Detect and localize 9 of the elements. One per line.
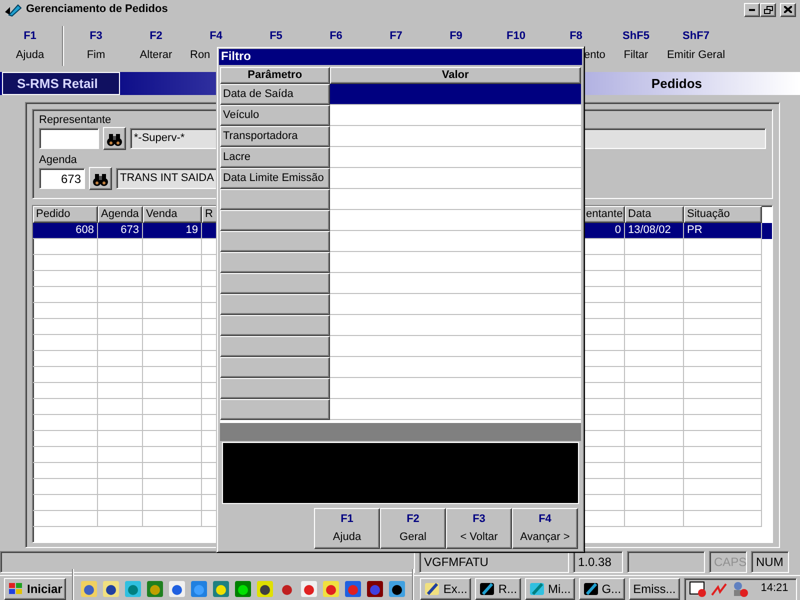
status-panel: 1.0.38 (573, 551, 623, 573)
product-label: S-RMS Retail (2, 72, 120, 95)
status-panel: NUM (751, 551, 789, 573)
field-label: Representante (39, 114, 112, 128)
clock: 14:21 (760, 582, 788, 596)
dialog-title: Filtro (219, 49, 582, 65)
window-title: Gerenciamento de Pedidos (26, 2, 168, 16)
screen-title: Pedidos (651, 76, 702, 92)
field-label: Agenda (39, 154, 77, 168)
